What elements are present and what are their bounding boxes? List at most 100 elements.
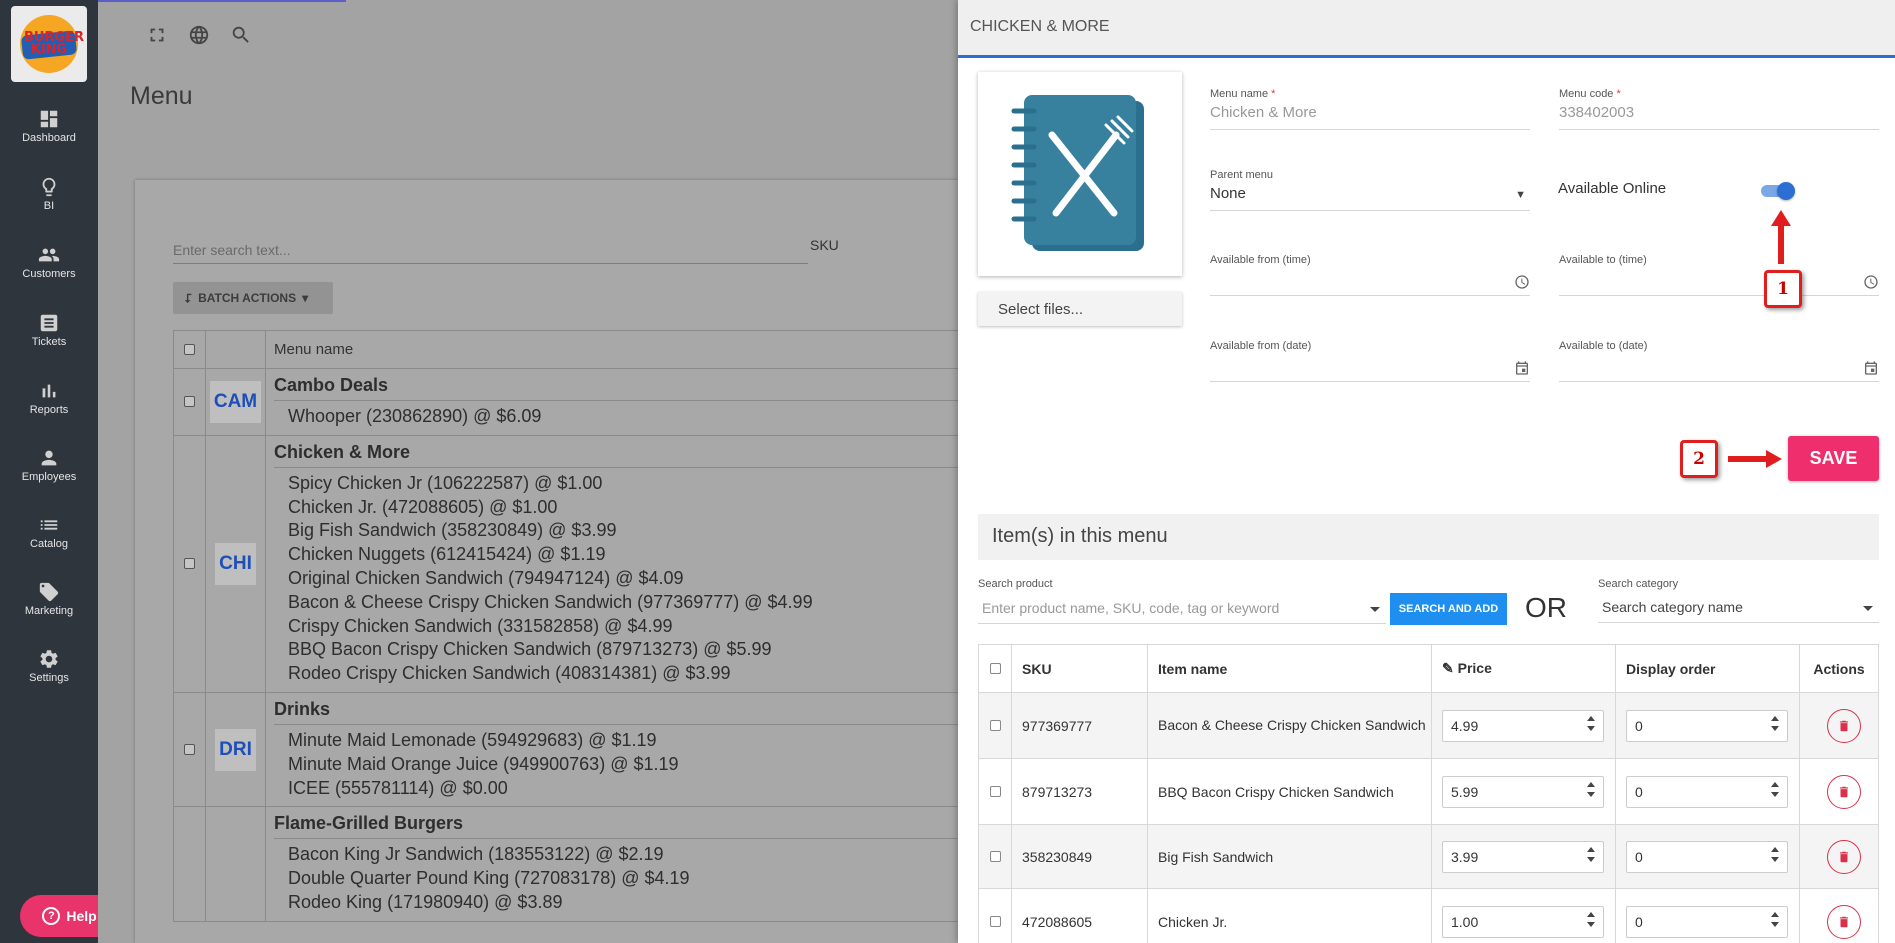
search-category-field[interactable]: Search category Search category name [1598, 578, 1879, 623]
row-sku: 358230849 [1011, 824, 1148, 889]
table-row[interactable]: 977369777 Bacon & Cheese Crispy Chicken … [978, 692, 1879, 759]
available-to-time-label: Available to (time) [1559, 254, 1647, 266]
top-toolbar [146, 24, 252, 46]
table-row[interactable]: 472088605 Chicken Jr. 1.00 0 [978, 888, 1879, 943]
available-to-time-field[interactable]: Available to (time) [1559, 254, 1879, 296]
table-row[interactable]: CAM Cambo Deals Whooper (230862890) @ $6… [174, 369, 958, 436]
menu-name-field[interactable]: Menu name * Chicken & More [1210, 88, 1530, 130]
available-from-time-input[interactable] [1210, 270, 1530, 296]
available-to-time-input[interactable] [1559, 270, 1879, 296]
price-input[interactable]: 4.99 [1442, 709, 1604, 742]
gear-icon [40, 650, 58, 668]
globe-icon[interactable] [188, 24, 210, 46]
column-actions: Actions [1799, 644, 1879, 693]
sidebar-item-marketing[interactable]: Marketing [0, 581, 98, 641]
row-checkbox[interactable] [989, 850, 1001, 862]
price-input[interactable]: 5.99 [1442, 775, 1604, 808]
spinner-icon[interactable] [1771, 911, 1779, 927]
delete-button[interactable] [1827, 904, 1861, 939]
display-order-input[interactable]: 0 [1626, 905, 1788, 938]
row-checkbox[interactable] [989, 915, 1001, 927]
table-row[interactable]: 358230849 Big Fish Sandwich 3.99 0 [978, 824, 1879, 889]
sidebar-item-reports[interactable]: Reports [0, 380, 98, 440]
spinner-icon[interactable] [1771, 715, 1779, 731]
price-input[interactable]: 3.99 [1442, 840, 1604, 873]
search-product-field[interactable]: Search product Enter product name, SKU, … [978, 578, 1507, 625]
clock-icon[interactable] [1514, 274, 1530, 290]
caret-down-icon[interactable] [1863, 606, 1873, 611]
available-to-date-field[interactable]: Available to (date) [1559, 340, 1879, 382]
search-product-input[interactable]: Enter product name, SKU, code, tag or ke… [978, 594, 1386, 624]
column-menu-name: Menu name [274, 341, 354, 358]
spinner-icon[interactable] [1771, 846, 1779, 862]
parent-menu-select[interactable]: None ▼ [1210, 185, 1530, 211]
caret-down-icon[interactable] [1370, 607, 1380, 612]
menu-item: Minute Maid Lemonade (594929683) @ $1.19 [288, 729, 657, 750]
delete-button[interactable] [1827, 774, 1861, 809]
menu-code-input[interactable]: 338402003 [1559, 104, 1879, 130]
row-checkbox[interactable] [184, 396, 195, 408]
menu-item: Double Quarter Pound King (727083178) @ … [288, 868, 690, 889]
lightbulb-icon [42, 177, 56, 197]
menu-name-input[interactable]: Chicken & More [1210, 104, 1530, 130]
row-sku: 472088605 [1011, 888, 1148, 943]
price-value: 4.99 [1451, 717, 1479, 734]
price-input[interactable]: 1.00 [1442, 905, 1604, 938]
sidebar-item-dashboard[interactable]: Dashboard [0, 108, 98, 168]
menu-code-badge: CHI [215, 542, 256, 585]
sidebar-item-label: Settings [29, 672, 69, 684]
menu-group-name: Flame-Grilled Burgers [274, 807, 958, 840]
table-row[interactable]: CHI Chicken & More Spicy Chicken Jr (106… [174, 435, 958, 693]
brand-logo[interactable]: BURGER KING [11, 6, 87, 82]
sidebar-item-customers[interactable]: Customers [0, 244, 98, 304]
spinner-icon[interactable] [1587, 715, 1595, 731]
table-row[interactable]: DRI Drinks Minute Maid Lemonade (5949296… [174, 692, 958, 808]
fullscreen-icon[interactable] [146, 24, 168, 46]
spinner-icon[interactable] [1587, 781, 1595, 797]
sku-filter[interactable]: SKU [810, 237, 839, 253]
search-and-add-button[interactable]: SEARCH AND ADD [1390, 593, 1507, 625]
available-from-time-field[interactable]: Available from (time) [1210, 254, 1530, 296]
row-checkbox[interactable] [184, 744, 195, 756]
calendar-icon[interactable] [1863, 360, 1879, 376]
display-order-input[interactable]: 0 [1626, 840, 1788, 873]
sidebar-item-tickets[interactable]: Tickets [0, 312, 98, 372]
sidebar-item-catalog[interactable]: Catalog [0, 514, 98, 574]
search-icon[interactable] [230, 24, 252, 46]
available-to-date-input[interactable] [1559, 356, 1879, 382]
search-input[interactable]: Enter search text... [173, 240, 808, 264]
row-checkbox[interactable] [989, 719, 1001, 731]
select-files-button[interactable]: Select files... [978, 292, 1182, 326]
batch-icon: ⮦ [185, 290, 193, 305]
sidebar-item-employees[interactable]: Employees [0, 447, 98, 507]
calendar-icon[interactable] [1514, 360, 1530, 376]
batch-actions-button[interactable]: ⮦ BATCH ACTIONS ▾ [173, 282, 333, 314]
available-from-date-input[interactable] [1210, 356, 1530, 382]
select-all-checkbox[interactable] [989, 662, 1001, 674]
spinner-icon[interactable] [1587, 911, 1595, 927]
spinner-icon[interactable] [1587, 846, 1595, 862]
available-online-toggle[interactable] [1761, 182, 1795, 200]
search-category-select[interactable]: Search category name [1598, 593, 1879, 623]
table-row[interactable]: 879713273 BBQ Bacon Crispy Chicken Sandw… [978, 758, 1879, 825]
sidebar-item-bi[interactable]: BI [0, 176, 98, 236]
row-checkbox[interactable] [184, 558, 195, 570]
save-button[interactable]: SAVE [1788, 436, 1879, 481]
menu-code-field[interactable]: Menu code * 338402003 [1559, 88, 1879, 130]
sidebar-item-settings[interactable]: Settings [0, 648, 98, 708]
menu-image[interactable] [978, 72, 1182, 276]
select-all-checkbox[interactable] [184, 344, 195, 355]
clock-icon[interactable] [1863, 274, 1879, 290]
display-order-input[interactable]: 0 [1626, 775, 1788, 808]
display-order-input[interactable]: 0 [1626, 709, 1788, 742]
available-from-date-field[interactable]: Available from (date) [1210, 340, 1530, 382]
help-label: Help [66, 908, 97, 924]
menu-item: Chicken Jr. (472088605) @ $1.00 [288, 496, 558, 517]
parent-menu-field[interactable]: Parent menu None ▼ [1210, 169, 1530, 211]
row-checkbox[interactable] [989, 785, 1001, 797]
spinner-icon[interactable] [1771, 781, 1779, 797]
delete-button[interactable] [1827, 708, 1861, 743]
table-row[interactable]: Flame-Grilled Burgers Bacon King Jr Sand… [174, 807, 958, 922]
menu-item: Chicken Nuggets (612415424) @ $1.19 [288, 544, 606, 565]
delete-button[interactable] [1827, 839, 1861, 874]
